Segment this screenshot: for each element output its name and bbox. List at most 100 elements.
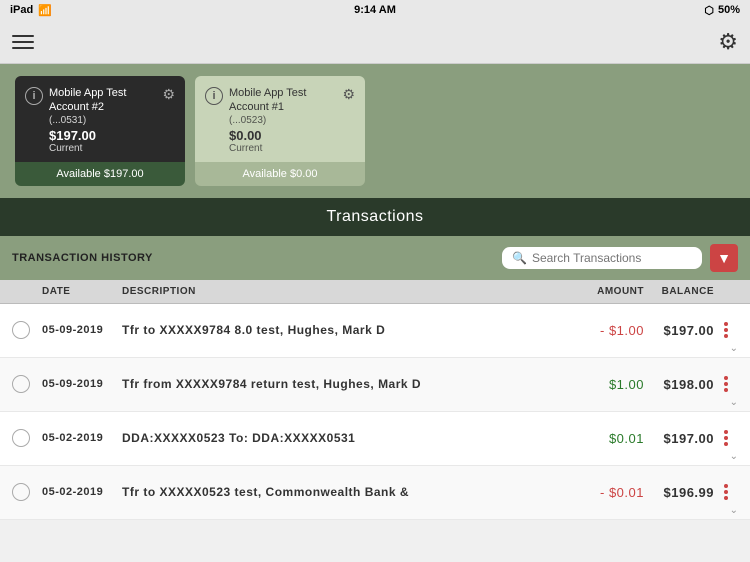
- filter-button[interactable]: ▼: [710, 244, 738, 272]
- row-menu-button-3[interactable]: [714, 484, 738, 500]
- table-row: 05-09-2019 Tfr to XXXXX9784 8.0 test, Hu…: [0, 304, 750, 358]
- account-2-settings-button[interactable]: ⚙: [342, 86, 355, 103]
- header-date-col: DATE: [42, 286, 122, 297]
- search-icon: 🔍: [512, 251, 527, 265]
- account-2-info: i Mobile App Test Account #1 (...0523) $…: [205, 86, 342, 154]
- dot-3-1: [724, 388, 728, 392]
- row-amount-2: $0.01: [564, 431, 644, 446]
- dot-2-0: [724, 328, 728, 332]
- hamburger-line-2: [12, 41, 34, 43]
- dot-2-3: [724, 490, 728, 494]
- row-checkbox-0[interactable]: [12, 321, 30, 339]
- row-description-1: Tfr from XXXXX9784 return test, Hughes, …: [122, 377, 564, 391]
- nav-bar: ⚙: [0, 20, 750, 64]
- account-2-balance: $0.00: [229, 128, 342, 143]
- row-menu-button-2[interactable]: [714, 430, 738, 446]
- row-description-0: Tfr to XXXXX9784 8.0 test, Hughes, Mark …: [122, 323, 564, 337]
- status-time: 9:14 AM: [354, 4, 396, 16]
- account-card-1-top: i Mobile App Test Account #2 (...0531) $…: [15, 76, 185, 162]
- account-1-name: Mobile App Test Account #2: [49, 86, 162, 115]
- row-balance-3: $196.99: [644, 485, 714, 500]
- row-expand-arrow-0[interactable]: ⌄: [730, 343, 738, 354]
- row-description-3: Tfr to XXXXX0523 test, Commonwealth Bank…: [122, 485, 564, 499]
- battery-label: 50%: [718, 4, 740, 16]
- account-1-settings-button[interactable]: ⚙: [162, 86, 175, 103]
- settings-button[interactable]: ⚙: [718, 29, 738, 55]
- header-balance-col: BALANCE: [644, 286, 714, 297]
- account-1-number: (...0531): [49, 115, 162, 126]
- transactions-title: Transactions: [327, 208, 424, 225]
- row-check-3: [12, 483, 42, 501]
- row-amount-1: $1.00: [564, 377, 644, 392]
- wifi-icon: 📶: [38, 4, 52, 17]
- row-expand-arrow-2[interactable]: ⌄: [730, 451, 738, 462]
- status-bar: iPad 📶 9:14 AM ⬡ 50%: [0, 0, 750, 20]
- dot-1-0: [724, 322, 728, 326]
- dot-2-2: [724, 436, 728, 440]
- table-row: 05-02-2019 Tfr to XXXXX0523 test, Common…: [0, 466, 750, 520]
- account-2-number: (...0523): [229, 115, 342, 126]
- search-filter-area: 🔍 ▼: [502, 244, 738, 272]
- account-1-balance: $197.00: [49, 128, 162, 143]
- account-2-text: Mobile App Test Account #1 (...0523) $0.…: [229, 86, 342, 154]
- row-date-0: 05-09-2019: [42, 324, 122, 336]
- account-1-info: i Mobile App Test Account #2 (...0531) $…: [25, 86, 162, 154]
- hamburger-line-1: [12, 35, 34, 37]
- status-left: iPad 📶: [10, 4, 52, 17]
- account-card-1: i Mobile App Test Account #2 (...0531) $…: [15, 76, 185, 186]
- account-2-info-icon[interactable]: i: [205, 87, 223, 105]
- hamburger-menu-button[interactable]: [12, 35, 34, 49]
- row-balance-0: $197.00: [644, 323, 714, 338]
- account-1-info-icon[interactable]: i: [25, 87, 43, 105]
- funnel-icon: ▼: [717, 250, 731, 266]
- transactions-list: 05-09-2019 Tfr to XXXXX9784 8.0 test, Hu…: [0, 304, 750, 520]
- row-date-3: 05-02-2019: [42, 486, 122, 498]
- row-expand-arrow-3[interactable]: ⌄: [730, 505, 738, 516]
- dot-1-3: [724, 484, 728, 488]
- row-expand-arrow-1[interactable]: ⌄: [730, 397, 738, 408]
- search-input[interactable]: [532, 251, 692, 265]
- table-row: 05-09-2019 Tfr from XXXXX9784 return tes…: [0, 358, 750, 412]
- account-1-text: Mobile App Test Account #2 (...0531) $19…: [49, 86, 162, 154]
- row-menu-button-1[interactable]: [714, 376, 738, 392]
- row-description-2: DDA:XXXXX0523 To: DDA:XXXXX0531: [122, 431, 564, 445]
- account-2-status: Current: [229, 143, 342, 154]
- row-check-0: [12, 321, 42, 339]
- dot-1-1: [724, 376, 728, 380]
- hamburger-line-3: [12, 47, 34, 49]
- row-balance-1: $198.00: [644, 377, 714, 392]
- transactions-header: Transactions: [0, 198, 750, 236]
- dot-3-2: [724, 442, 728, 446]
- row-amount-3: - $0.01: [564, 485, 644, 500]
- row-amount-0: - $1.00: [564, 323, 644, 338]
- account-1-available: Available $197.00: [15, 162, 185, 186]
- dot-3-3: [724, 496, 728, 500]
- row-check-2: [12, 429, 42, 447]
- search-box[interactable]: 🔍: [502, 247, 702, 269]
- row-date-1: 05-09-2019: [42, 378, 122, 390]
- row-check-1: [12, 375, 42, 393]
- account-card-2-top: i Mobile App Test Account #1 (...0523) $…: [195, 76, 365, 162]
- account-1-status: Current: [49, 143, 162, 154]
- account-2-name: Mobile App Test Account #1: [229, 86, 342, 115]
- account-2-available: Available $0.00: [195, 162, 365, 186]
- dot-2-1: [724, 382, 728, 386]
- accounts-area: i Mobile App Test Account #2 (...0531) $…: [0, 64, 750, 198]
- account-card-2: i Mobile App Test Account #1 (...0523) $…: [195, 76, 365, 186]
- carrier-label: iPad: [10, 4, 33, 16]
- history-label: TRANSACTION HISTORY: [12, 252, 153, 264]
- dot-3-0: [724, 334, 728, 338]
- history-bar: TRANSACTION HISTORY 🔍 ▼: [0, 236, 750, 280]
- table-header: DATE DESCRIPTION AMOUNT BALANCE: [0, 280, 750, 304]
- row-date-2: 05-02-2019: [42, 432, 122, 444]
- bluetooth-icon: ⬡: [704, 4, 714, 17]
- row-checkbox-1[interactable]: [12, 375, 30, 393]
- header-amount-col: AMOUNT: [564, 286, 644, 297]
- row-checkbox-3[interactable]: [12, 483, 30, 501]
- row-menu-button-0[interactable]: [714, 322, 738, 338]
- status-right: ⬡ 50%: [704, 4, 740, 17]
- row-checkbox-2[interactable]: [12, 429, 30, 447]
- table-row: 05-02-2019 DDA:XXXXX0523 To: DDA:XXXXX05…: [0, 412, 750, 466]
- header-desc-col: DESCRIPTION: [122, 286, 564, 297]
- dot-1-2: [724, 430, 728, 434]
